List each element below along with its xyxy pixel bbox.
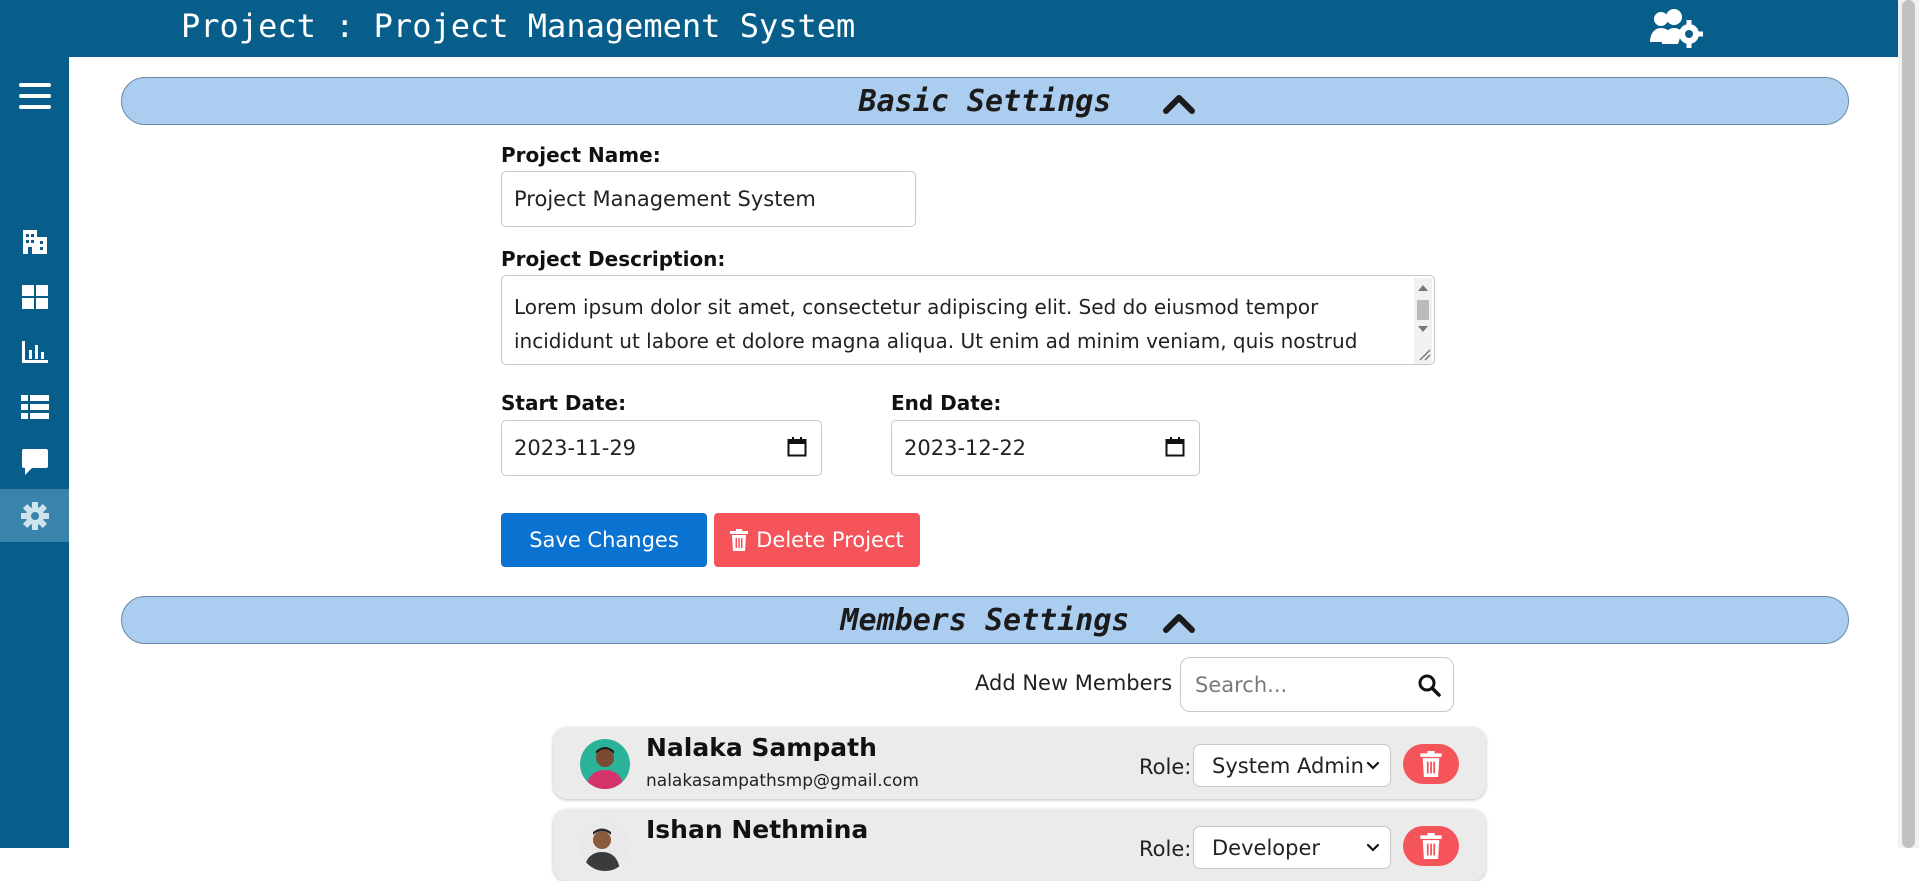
trash-icon	[1420, 833, 1442, 859]
start-date-value: 2023-11-29	[514, 436, 637, 460]
bar-chart-icon	[21, 340, 48, 363]
project-description-textarea[interactable]: Lorem ipsum dolor sit amet, consectetur …	[501, 275, 1435, 365]
member-name: Ishan Nethmina	[646, 815, 869, 844]
project-description-label: Project Description:	[501, 247, 726, 271]
start-date-label: Start Date:	[501, 391, 627, 415]
dashboard-grid-icon	[21, 284, 48, 309]
delete-project-button[interactable]: Delete Project	[714, 513, 920, 567]
remove-member-button[interactable]	[1403, 826, 1459, 866]
sidebar-item-dashboard[interactable]	[0, 270, 69, 323]
add-members-label: Add New Members :	[975, 671, 1186, 695]
textarea-scrollbar[interactable]	[1414, 278, 1432, 364]
delete-project-label: Delete Project	[756, 528, 904, 552]
save-changes-label: Save Changes	[529, 528, 679, 552]
role-select[interactable]: System Admin	[1193, 744, 1391, 787]
trash-icon	[1420, 751, 1442, 777]
project-name-value: Project Management System	[514, 187, 816, 211]
sidebar-item-settings[interactable]	[0, 489, 69, 542]
sidebar	[0, 57, 69, 848]
remove-member-button[interactable]	[1403, 744, 1459, 784]
end-date-label: End Date:	[891, 391, 1002, 415]
chevron-up-icon[interactable]	[1163, 611, 1195, 633]
project-name-label: Project Name:	[501, 143, 661, 167]
top-bar: Project : Project Management System	[0, 0, 1898, 57]
end-date-value: 2023-12-22	[904, 436, 1027, 460]
basic-settings-header[interactable]: Basic Settings	[121, 77, 1849, 125]
search-icon[interactable]	[1417, 673, 1441, 697]
sidebar-item-reports[interactable]	[0, 325, 69, 378]
members-settings-title: Members Settings	[840, 603, 1130, 638]
chevron-down-icon	[1366, 761, 1380, 770]
members-settings-header[interactable]: Members Settings	[121, 596, 1849, 644]
sidebar-menu-toggle[interactable]	[0, 69, 69, 122]
sidebar-item-tasks[interactable]	[0, 380, 69, 433]
basic-settings-title: Basic Settings	[858, 84, 1112, 119]
page-scrollbar[interactable]	[1898, 0, 1919, 848]
chevron-up-icon[interactable]	[1163, 92, 1195, 114]
member-search-input[interactable]: Search...	[1180, 657, 1454, 712]
member-card: Ishan Nethmina Role: Developer	[553, 809, 1486, 881]
start-date-input[interactable]: 2023-11-29	[501, 420, 822, 476]
member-search-placeholder: Search...	[1195, 672, 1288, 697]
building-icon	[22, 229, 47, 254]
calendar-icon[interactable]	[787, 437, 807, 457]
sidebar-item-chat[interactable]	[0, 435, 69, 488]
gear-icon	[20, 501, 49, 530]
sidebar-item-organization[interactable]	[0, 214, 69, 267]
page-title: Project : Project Management System	[181, 7, 856, 45]
role-label: Role:	[1139, 837, 1192, 861]
scrollbar-thumb[interactable]	[1902, 0, 1915, 848]
avatar	[580, 821, 630, 871]
member-card: Nalaka Sampath nalakasampathsmp@gmail.co…	[553, 727, 1486, 799]
end-date-input[interactable]: 2023-12-22	[891, 420, 1200, 476]
save-changes-button[interactable]: Save Changes	[501, 513, 707, 567]
role-value: System Admin	[1212, 753, 1364, 778]
avatar	[580, 739, 630, 789]
project-description-value: Lorem ipsum dolor sit amet, consectetur …	[514, 295, 1358, 364]
project-name-input[interactable]: Project Management System	[501, 171, 916, 227]
hamburger-menu-icon	[18, 82, 51, 109]
chevron-down-icon	[1366, 843, 1380, 852]
calendar-icon[interactable]	[1165, 437, 1185, 457]
member-name: Nalaka Sampath	[646, 733, 877, 762]
role-label: Role:	[1139, 755, 1192, 779]
trash-icon	[730, 529, 749, 551]
table-list-icon	[20, 394, 49, 419]
member-email: nalakasampathsmp@gmail.com	[646, 771, 919, 791]
chat-icon	[21, 448, 48, 475]
users-gear-icon[interactable]	[1648, 8, 1704, 48]
